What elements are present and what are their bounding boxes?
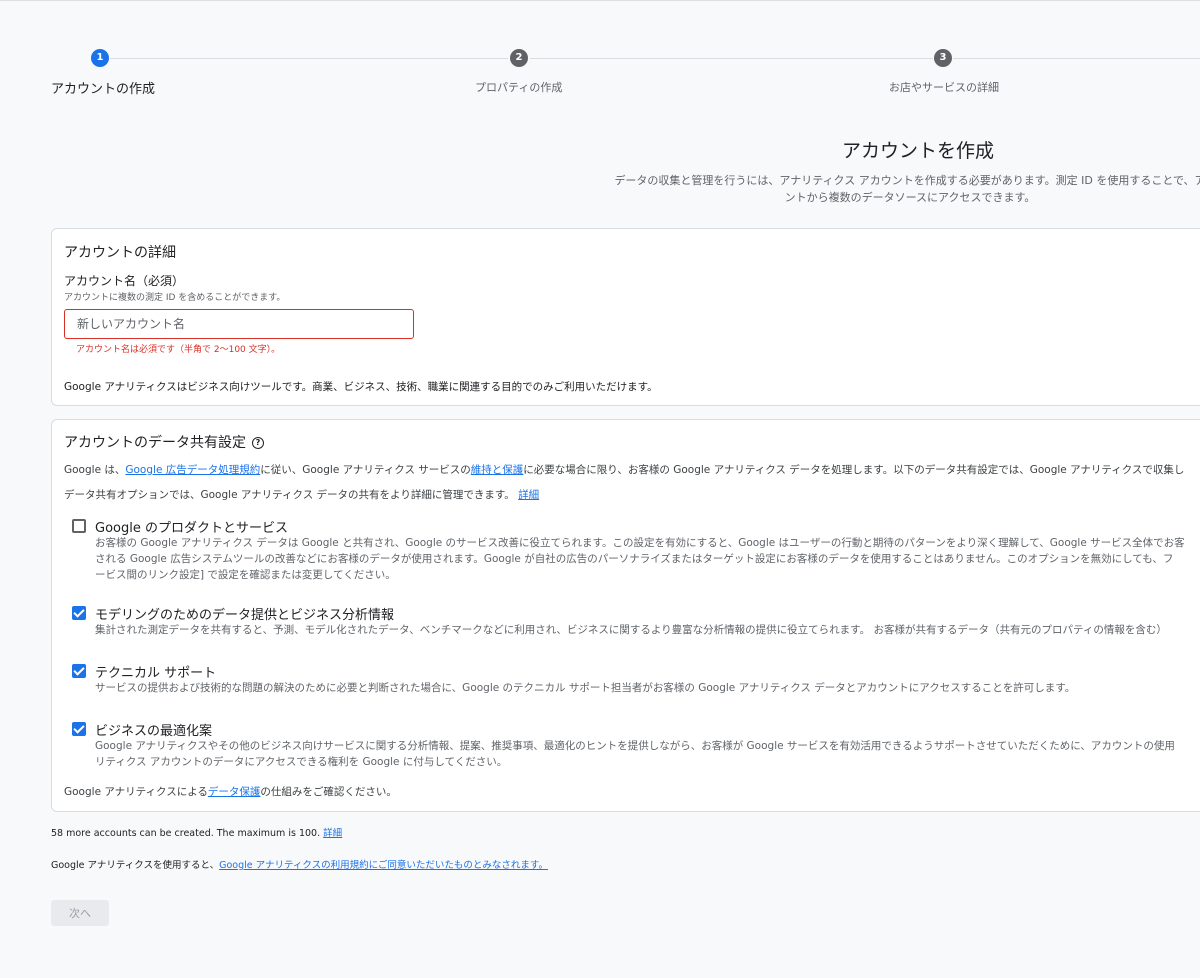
data-sharing-intro: Google は、Google 広告データ処理規約に従い、Google アナリテ… <box>64 462 1184 477</box>
maintain-and-protect-link[interactable]: 維持と保護 <box>471 464 524 476</box>
data-sharing-title: アカウントのデータ共有設定 <box>64 435 246 451</box>
terms-of-service-note: Google アナリティクスを使用すると、Google アナリティクスの利用規約… <box>51 857 548 871</box>
option-description-line: Google アナリティクスやその他のビジネス向けサービスに関する分析情報、提案… <box>95 740 1175 752</box>
step-3-label: お店やサービスの詳細 <box>889 81 999 94</box>
options-note-text: データ共有オプションでは、Google アナリティクス データの共有をより詳細に… <box>64 489 515 501</box>
accounts-remaining-note: 58 more accounts can be created. The max… <box>51 825 342 839</box>
intro-text: に必要な場合に限り、お客様の Google アナリティクス データを処理します。… <box>523 464 1185 476</box>
footer-text: Google アナリティクスによる <box>64 786 208 798</box>
top-divider <box>0 0 1200 3</box>
step-2-label: プロパティの作成 <box>475 81 563 94</box>
next-button[interactable]: 次へ <box>51 900 109 926</box>
page-description: データの収集と管理を行うには、アナリティクス アカウントを作成する必要があります… <box>600 172 1200 206</box>
page-description-line: ントから複数のデータソースにアクセスできます。 <box>784 191 1036 204</box>
option-title: モデリングのためのデータ提供とビジネス分析情報 <box>95 608 395 623</box>
step-3-indicator: 3 <box>934 49 952 67</box>
option-description: サービスの提供および技術的な問題の解決のために必要と判断された場合に、Googl… <box>95 680 1075 696</box>
terms-of-service-link[interactable]: Google アナリティクスの利用規約にご同意いただいたものとみなされます。 <box>219 860 548 871</box>
help-circle-icon[interactable]: ? <box>252 437 264 449</box>
business-use-note: Google アナリティクスはビジネス向けツールです。商業、ビジネス、技術、職業… <box>64 381 658 393</box>
option-title: ビジネスの最適化案 <box>95 724 213 739</box>
google-products-checkbox[interactable] <box>72 519 86 533</box>
option-title: Google のプロダクトとサービス <box>95 521 288 536</box>
account-details-card: アカウントの詳細 アカウント名（必須） アカウントに複数の測定 ID を含めるこ… <box>51 228 1200 406</box>
option-description: Google アナリティクスやその他のビジネス向けサービスに関する分析情報、提案… <box>95 738 1175 770</box>
tech-support-checkbox[interactable] <box>72 664 86 678</box>
intro-text: に従い、Google アナリティクス サービスの <box>260 464 471 476</box>
step-connector <box>953 58 1200 59</box>
ads-data-processing-terms-link[interactable]: Google 広告データ処理規約 <box>125 464 260 476</box>
data-protection-link[interactable]: データ保護 <box>208 786 261 798</box>
option-description: お客様の Google アナリティクス データは Google と共有され、Go… <box>95 535 1185 583</box>
modeling-checkbox[interactable] <box>72 606 86 620</box>
account-name-help: アカウントに複数の測定 ID を含めることができます。 <box>64 293 286 303</box>
accounts-remaining-text: 58 more accounts can be created. The max… <box>51 828 321 839</box>
learn-more-link[interactable]: 詳細 <box>518 489 539 501</box>
option-description-line: ービス間のリンク設定] で設定を確認または変更してください。 <box>95 569 396 581</box>
account-name-input[interactable] <box>64 309 414 339</box>
terms-text: Google アナリティクスを使用すると、 <box>51 860 220 871</box>
account-name-label: アカウント名（必須） <box>64 274 185 288</box>
step-1-label: アカウントの作成 <box>51 82 156 97</box>
setup-stepper: 1 アカウントの作成 2 プロパティの作成 3 お店やサービスの詳細 <box>0 48 1200 98</box>
accounts-learn-more-link[interactable]: 詳細 <box>323 828 342 839</box>
account-name-error: アカウント名は必須です（半角で 2〜100 文字）。 <box>76 345 281 355</box>
account-details-title: アカウントの詳細 <box>64 245 176 261</box>
intro-text: Google は、 <box>64 464 126 476</box>
option-title: テクニカル サポート <box>95 666 217 681</box>
data-protection-note: Google アナリティクスによるデータ保護の仕組みをご確認ください。 <box>64 784 397 799</box>
option-description-line: される Google 広告システムツールの改善などにお客様のデータが使用されます… <box>95 553 1174 565</box>
option-description-line: リティクス アカウントのデータにアクセスできる権利を Google に付与してく… <box>95 756 508 768</box>
option-description-line: お客様の Google アナリティクス データは Google と共有され、Go… <box>95 537 1185 549</box>
business-recommendations-checkbox[interactable] <box>72 722 86 736</box>
option-description-line: 集計された測定データを共有すると、予測、モデル化されたデータ、ベンチマークなどに… <box>95 624 1167 636</box>
step-connector <box>530 58 933 59</box>
footer-text: の仕組みをご確認ください。 <box>260 786 397 798</box>
page-title: アカウントを作成 <box>842 140 995 162</box>
data-sharing-card: アカウントのデータ共有設定? Google は、Google 広告データ処理規約… <box>51 419 1200 812</box>
step-2-indicator: 2 <box>510 49 528 67</box>
option-description-line: サービスの提供および技術的な問題の解決のために必要と判断された場合に、Googl… <box>95 682 1076 694</box>
page-description-line: データの収集と管理を行うには、アナリティクス アカウントを作成する必要があります… <box>614 174 1200 187</box>
option-description: 集計された測定データを共有すると、予測、モデル化されたデータ、ベンチマークなどに… <box>95 622 1167 638</box>
step-connector <box>110 58 508 59</box>
data-sharing-title-row: アカウントのデータ共有設定? <box>64 432 264 452</box>
sharing-options-note: データ共有オプションでは、Google アナリティクス データの共有をより詳細に… <box>64 487 539 502</box>
create-account-page: 1 アカウントの作成 2 プロパティの作成 3 お店やサービスの詳細 アカウント… <box>0 0 1200 978</box>
step-1-indicator: 1 <box>91 49 109 67</box>
